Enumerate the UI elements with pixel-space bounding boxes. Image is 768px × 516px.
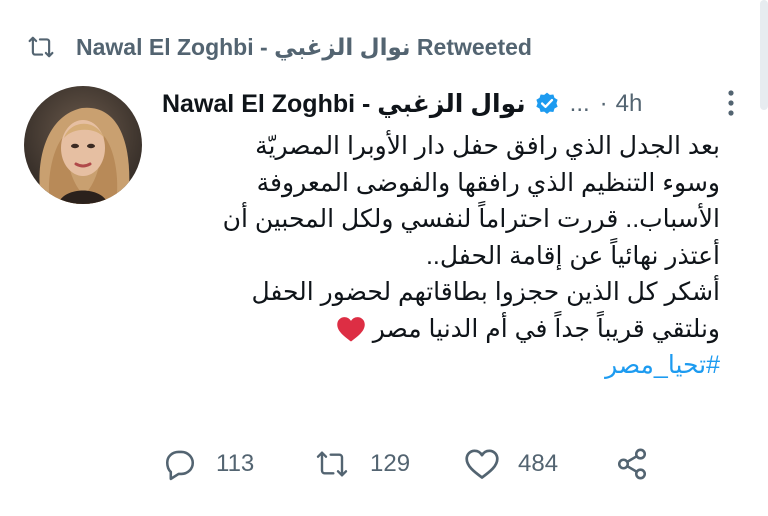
retweet-icon bbox=[316, 451, 348, 477]
share-icon bbox=[617, 448, 647, 480]
reply-button[interactable]: 113 bbox=[162, 444, 254, 484]
reply-count: 113 bbox=[216, 450, 255, 477]
tweet-line: بعد الجدل الذي رافق حفل دار الأوبرا المص… bbox=[255, 132, 720, 160]
tweet-header: Nawal El Zoghbi - نوال الزغبي ... · 4h bbox=[162, 86, 742, 122]
avatar[interactable] bbox=[24, 86, 142, 204]
retweet-context[interactable]: Nawal El Zoghbi - نوال الزغبي Retweeted bbox=[26, 30, 532, 64]
tweet-line: وسوء التنظيم الذي رافقها والفوضى المعروف… bbox=[256, 168, 720, 197]
red-heart-emoji-icon bbox=[336, 315, 366, 354]
reply-icon bbox=[165, 450, 195, 481]
retweet-button[interactable]: 129 bbox=[312, 444, 410, 484]
like-count: 484 bbox=[518, 450, 559, 477]
retweeted-by-label[interactable]: Nawal El Zoghbi - نوال الزغبي Retweeted bbox=[76, 34, 532, 61]
like-heart-icon bbox=[465, 449, 499, 479]
tweet-card[interactable]: Nawal El Zoghbi - نوال الزغبي Retweeted … bbox=[0, 0, 768, 516]
more-options-icon[interactable] bbox=[716, 88, 746, 118]
author-display-name[interactable]: Nawal El Zoghbi - نوال الزغبي bbox=[162, 89, 526, 119]
tweet-timestamp[interactable]: 4h bbox=[616, 90, 643, 118]
tweet-body: بعد الجدل الذي رافق حفل دار الأوبرا المص… bbox=[160, 128, 720, 384]
like-button[interactable]: 484 bbox=[464, 444, 558, 484]
scrollbar[interactable] bbox=[760, 0, 768, 110]
retweet-count: 129 bbox=[370, 450, 411, 477]
tweet-actions: 113 129 484 bbox=[162, 444, 662, 484]
tweet-line-with-heart: ونلتقي قريباً جداً في أم الدنيا مصر bbox=[160, 311, 720, 348]
retweet-icon bbox=[26, 32, 56, 62]
verified-badge-icon bbox=[534, 91, 560, 117]
author-handle[interactable]: ... bbox=[570, 90, 590, 118]
header-separator: · bbox=[599, 90, 608, 117]
tweet-line: أعتذر نهائياً عن إقامة الحفل.. bbox=[425, 241, 720, 270]
tweet-line-text: ونلتقي قريباً جداً في أم الدنيا مصر bbox=[372, 314, 720, 343]
share-button[interactable] bbox=[614, 444, 650, 484]
tweet-line: الأسباب.. قررت احتراماً لنفسي ولكل المحب… bbox=[222, 205, 720, 233]
tweet-line: أشكر كل الذين حجزوا بطاقاتهم لحضور الحفل bbox=[251, 278, 720, 306]
hashtag-link[interactable]: #تحيا_مصر bbox=[160, 347, 720, 384]
